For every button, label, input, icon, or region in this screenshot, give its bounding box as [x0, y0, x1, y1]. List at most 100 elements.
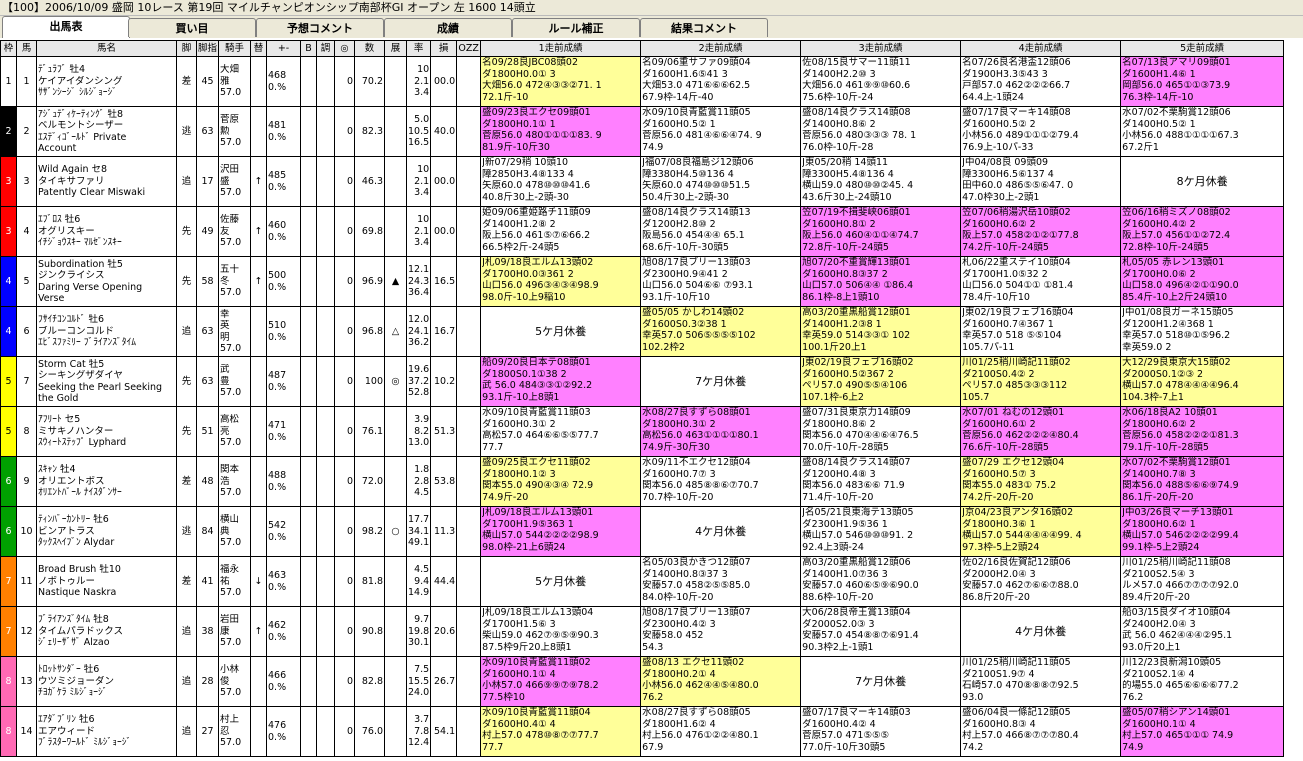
- horse-name-cell[interactable]: ｴﾌﾞﾛｽ 牡6 オグリスキー ｲﾁｼﾞｮｳｽｷｰ ﾏﾙｾﾞﾝｽｷｰ: [36, 206, 177, 257]
- horse-row[interactable]: 3 4 ｴﾌﾞﾛｽ 牡6 オグリスキー ｲﾁｼﾞｮｳｽｷｰ ﾏﾙｾﾞﾝｽｷｰ先 49 佐藤友…: [0, 206, 1285, 257]
- past-race-cell[interactable]: 水09/10良青藍賞11頭02 ダ1600H0.1① 4 小林57.0 466⑨⑨⑦…: [480, 656, 642, 707]
- horse-name-cell[interactable]: ﾌｻｲﾁｺﾝｺﾙﾄﾞ 牡6 ブルーコンコルド ｴﾋﾞｽﾌｧﾐﾘｰ ﾌﾞﾗｲｱﾝｽﾞﾀ…: [36, 306, 177, 357]
- past-race-rest-cell[interactable]: 5ケ月休養: [480, 306, 642, 357]
- past-race-cell[interactable]: 川12/23良新潟10頭05 ダ2100S2.1④ 4 的場55.0 465⑥⑥⑥⑥…: [1120, 656, 1285, 707]
- past-race-cell[interactable]: J東02/19良フェブ16頭04 ダ1600H0.7④367 1 幸英57.0 51…: [960, 306, 1122, 357]
- past-race-cell[interactable]: J札09/18良エルム13頭04 ダ1700H1.5⑥ 3 柴山59.0 462⑦⑨…: [480, 606, 642, 657]
- col-kae[interactable]: 替: [250, 40, 268, 57]
- past-race-cell[interactable]: 水09/10良青藍賞11頭05 ダ1600H0.5② 1 菅原56.0 481④⑥⑥…: [640, 106, 802, 157]
- past-race-cell[interactable]: J福07/08良福島ジ12頭06 障3380H4.5⑩136 4 矢原60.0 47…: [640, 156, 802, 207]
- past-race-cell[interactable]: 盛07/31良東京力14頭09 ダ1800H0.8⑥ 2 関本56.0 470④④⑥…: [800, 406, 962, 457]
- past-race-cell[interactable]: 盛08/14良クラス14頭07 ダ1200H0.4⑧ 3 関本56.0 483⑥⑥ …: [800, 456, 962, 507]
- horse-row[interactable]: 2 2 ｱｼﾞｭﾃﾞｨｹｰﾃｨﾝｸﾞ 牡8 ベルモントシーザー ｴｽﾃﾞｨｺﾞｰﾙﾄﾞ …: [0, 106, 1285, 157]
- past-race-rest-cell[interactable]: 8ケ月休養: [1120, 156, 1285, 207]
- horse-row[interactable]: 6 10 ﾃｨﾝﾊﾞｰｶﾝﾄﾘｰ 牡6 ビンアトラス ﾀｯｸｽﾍｲﾌﾞﾝ Alydar 逃…: [0, 506, 1285, 557]
- past-race-cell[interactable]: J中04/08良 09頭09 障3300H6.5⑥137 4 田中60.0 486⑤…: [960, 156, 1122, 207]
- horse-name-cell[interactable]: ﾌﾞﾗｲｱﾝｽﾞﾀｲﾑ 牡8 タイムパラドックス ｼﾞｪﾘｰｻﾞｻﾞ Alzao: [36, 606, 177, 657]
- past-race-cell[interactable]: J札09/18良エルム13頭01 ダ1700H1.9⑤363 1 横山57.0 54…: [480, 506, 642, 557]
- past-race-cell[interactable]: 名07/13良アマリ09頭01 ダ1600H1.4⑥ 1 岡部56.0 465①①③…: [1120, 56, 1285, 107]
- horse-row[interactable]: 8 14 ｴｱﾀﾞﾌﾞﾘﾝ 牡6 エアウィード ﾌﾞﾗｽﾀｰﾜｰﾙﾄﾞ ﾐﾙｼﾞｮｰｼﾞ…: [0, 706, 1285, 757]
- past-race-cell[interactable]: 笠06/16稍ミズノ08頭02 ダ1600H0.4② 2 阪上57.0 456①①②…: [1120, 206, 1285, 257]
- past-race-cell[interactable]: J名05/21良東海テ13頭05 ダ2300H1.9⑤36 1 横山57.0 546…: [800, 506, 962, 557]
- past-race-cell[interactable]: 盛07/17良マーキ14頭08 ダ1600H0.5② 2 小林56.0 489①①①…: [960, 106, 1122, 157]
- past-race-cell[interactable]: J中01/08良ガーネ15頭05 ダ1200H1.2④368 1 幸英57.0 51…: [1120, 306, 1285, 357]
- col-past-1[interactable]: 1走前成績: [480, 40, 642, 57]
- past-race-cell[interactable]: 名09/28良JBC08頭02 ダ1800H0.0① 3 大畑56.0 472④③③…: [480, 56, 642, 107]
- past-race-cell[interactable]: 盛05/07稍シアン14頭01 ダ1600H0.1① 4 村上57.0 465①①①…: [1120, 706, 1285, 757]
- past-race-cell[interactable]: 高03/20重黒船賞12頭01 ダ1400H1.2③8 1 幸英59.0 514③③…: [800, 306, 962, 357]
- tab-kaime[interactable]: 買い目: [128, 18, 256, 37]
- past-race-cell[interactable]: 名07/26良名港盃12頭06 ダ1900H3.3⑤43 3 戸部57.0 462②…: [960, 56, 1122, 107]
- past-race-cell[interactable]: 船09/20良日本テ08頭01 ダ1800S0.1①38 2武 56.0 484③…: [480, 356, 642, 407]
- past-race-cell[interactable]: 水08/27良すずら08頭05 ダ1800H1.6② 4 村上56.0 476①②②…: [640, 706, 802, 757]
- past-race-cell[interactable]: 船03/15良ダイオ10頭04 ダ2400H2.0④ 3武 56.0 462④④④…: [1120, 606, 1285, 657]
- past-race-cell[interactable]: 川01/25稍川崎記11頭08 ダ2100S2.5④ 3 ルメ57.0 466⑦⑦⑦…: [1120, 556, 1285, 607]
- col-past-5[interactable]: 5走前成績: [1120, 40, 1285, 57]
- horse-name-cell[interactable]: ｱﾌﾘｰﾄ セ5 ミサキノハンター ｽｳｨｰﾄｽﾃｯﾌﾟ Lyphard: [36, 406, 177, 457]
- past-race-cell[interactable]: 水07/02不栗駒賞12頭06 ダ1400H0.5② 1 小林56.0 488①①①…: [1120, 106, 1285, 157]
- past-race-cell[interactable]: 笠07/06稍湯沢岳10頭02 ダ1600H0.6② 2 阪上57.0 458②①②…: [960, 206, 1122, 257]
- past-race-cell[interactable]: J東05/20稍 14頭11 障3300H5.4⑧136 4 横山59.0 480⑩…: [800, 156, 962, 207]
- past-race-cell[interactable]: 大12/29良東京大15頭02 ダ2000S0.1②③ 2 横山57.0 478④④…: [1120, 356, 1285, 407]
- horse-name-cell[interactable]: ｱｼﾞｭﾃﾞｨｹｰﾃｨﾝｸﾞ 牡8 ベルモントシーザー ｴｽﾃﾞｨｺﾞｰﾙﾄﾞ Pr…: [36, 106, 177, 157]
- col-waku[interactable]: 枠: [0, 40, 17, 57]
- col-ten[interactable]: 展: [384, 40, 408, 57]
- past-race-cell[interactable]: 高03/20重黒船賞12頭06 ダ1400H1.0⑦36 3 安藤57.0 460⑥…: [800, 556, 962, 607]
- horse-row[interactable]: 6 9 ｽｷｬﾝ 牡4 オリエントボス ｵﾘｴﾝﾄﾊﾟｰﾙ ﾅｲｽﾀﾞﾝｻｰ差 48 関本浩…: [0, 456, 1285, 507]
- col-kyakushi[interactable]: 脚指: [195, 40, 220, 57]
- tab-rule-hosei[interactable]: ルール補正: [512, 18, 640, 37]
- past-race-cell[interactable]: 笠07/19不揖斐峡06頭01 ダ1600H0.8① 2 阪上56.0 460④①①…: [800, 206, 962, 257]
- horse-name-cell[interactable]: Storm Cat 牡5 シーキングザダイヤ Seeking the Pearl S…: [36, 356, 177, 407]
- horse-row[interactable]: 5 7 Storm Cat 牡5 シーキングザダイヤ Seeking the Pearl…: [0, 356, 1285, 407]
- past-race-rest-cell[interactable]: 7ケ月休養: [800, 656, 962, 707]
- col-su[interactable]: 数: [354, 40, 386, 57]
- past-race-cell[interactable]: 盛08/14良クラス14頭08 ダ1400H0.8⑥ 2 菅原56.0 480③③③…: [800, 106, 962, 157]
- past-race-rest-cell[interactable]: 4ケ月休養: [640, 506, 802, 557]
- past-race-rest-cell[interactable]: 4ケ月休養: [960, 606, 1122, 657]
- horse-row[interactable]: 7 11 Broad Brush 牡10 ノボトゥルー Nastique Naskra 差…: [0, 556, 1285, 607]
- past-race-cell[interactable]: J中03/26良マーチ13頭01 ダ1800H0.6② 1 横山57.0 546②②…: [1120, 506, 1285, 557]
- past-race-cell[interactable]: 盛07/29 エクセ12頭04 ダ1600H0.5⑦ 3 関本55.0 483① 7…: [960, 456, 1122, 507]
- past-race-cell[interactable]: 水09/10良青藍賞11頭03 ダ1600H0.3① 2 高松57.0 464⑥⑥⑤…: [480, 406, 642, 457]
- horse-row[interactable]: 4 6 ﾌｻｲﾁｺﾝｺﾙﾄﾞ 牡6 ブルーコンコルド ｴﾋﾞｽﾌｧﾐﾘｰ ﾌﾞﾗｲｱﾝｽ…: [0, 306, 1285, 357]
- tab-kekka-comment[interactable]: 結果コメント: [640, 18, 768, 37]
- past-race-rest-cell[interactable]: 7ケ月休養: [640, 356, 802, 407]
- past-race-cell[interactable]: 水08/27良すずら08頭01 ダ1800H0.3① 2 高松56.0 463①①①…: [640, 406, 802, 457]
- past-race-cell[interactable]: 川01/25稍川崎記11頭02 ダ2100S0.4② 2 ペリ57.0 485③③③…: [960, 356, 1122, 407]
- past-race-cell[interactable]: 川01/25稍川崎記11頭05 ダ2100S1.9⑦ 4 石崎57.0 470⑧⑧⑧…: [960, 656, 1122, 707]
- tab-yoso-comment[interactable]: 予想コメント: [256, 18, 384, 37]
- horse-row[interactable]: 4 5 Subordination 牡5 ジンクライシス Daring Verse Op…: [0, 256, 1285, 307]
- past-race-cell[interactable]: 盛07/17良マーキ14頭03 ダ1600H0.4② 4 菅原57.0 471⑤⑤⑤…: [800, 706, 962, 757]
- past-race-cell[interactable]: 盛09/23良エクセ09頭01 ダ1800H0.1① 1 菅原56.0 480①①①…: [480, 106, 642, 157]
- col-maru[interactable]: ◎: [334, 40, 356, 57]
- col-past-2[interactable]: 2走前成績: [640, 40, 802, 57]
- horse-name-cell[interactable]: Broad Brush 牡10 ノボトゥルー Nastique Naskra: [36, 556, 177, 607]
- col-plusminus[interactable]: +-: [266, 40, 302, 57]
- horse-row[interactable]: 8 13 ﾄﾛｯﾄｻﾝﾀﾞｰ 牡6 ウツミジョーダン ﾁﾖｶﾞｹﾗ ﾐﾙｼﾞｮｰｼﾞ追 2…: [0, 656, 1285, 707]
- past-race-cell[interactable]: 盛08/14良クラス14頭13 ダ1200H2.8⑩ 2 阪島56.0 454④④ …: [640, 206, 802, 257]
- horse-name-cell[interactable]: Subordination 牡5 ジンクライシス Daring Verse Open…: [36, 256, 177, 307]
- past-race-cell[interactable]: 佐02/16良佐賀記12頭06 ダ2000H2.0④ 3 安藤57.0 462⑦⑥⑥…: [960, 556, 1122, 607]
- past-race-cell[interactable]: 佐08/15良サマー11頭11 ダ1400H2.2⑩ 3 大畑56.0 461⑨⑨⑩…: [800, 56, 962, 107]
- horse-row[interactable]: 3 3 Wild Again セ8 タイキサファリ Patently Clear Mis…: [0, 156, 1285, 207]
- tab-shutsuba[interactable]: 出馬表: [2, 16, 130, 38]
- past-race-cell[interactable]: J東02/19良フェブ16頭02 ダ1600H0.5②367 2 ペリ57.0 49…: [800, 356, 962, 407]
- past-race-cell[interactable]: 盛08/13 エクセ11頭02 ダ1800H0.2① 4 小林56.0 462④④⑤…: [640, 656, 802, 707]
- horse-name-cell[interactable]: ﾃﾞｭﾗﾌﾞ 牡4 ケイアイダンシング ｻｻﾞﾝｼｰｼﾞ ｼﾙｼﾞｮｰｼﾞ: [36, 56, 177, 107]
- horse-row[interactable]: 5 8 ｱﾌﾘｰﾄ セ5 ミサキノハンター ｽｳｨｰﾄｽﾃｯﾌﾟ Lyphard 先 51 高…: [0, 406, 1285, 457]
- past-race-cell[interactable]: J札09/18良エルム13頭02 ダ1700H0.0③361 2 山口56.0 49…: [480, 256, 642, 307]
- col-ozz[interactable]: OZZ: [456, 40, 482, 57]
- past-race-cell[interactable]: 名05/03良かきつ12頭07 ダ1400H0.8③37 3 安藤57.0 458②…: [640, 556, 802, 607]
- past-race-cell[interactable]: 水09/11不エクセ12頭04 ダ1600H0.7⑦ 3 関本56.0 485⑧⑧⑥…: [640, 456, 802, 507]
- col-cho[interactable]: 調: [316, 40, 336, 57]
- horse-row[interactable]: 7 12 ﾌﾞﾗｲｱﾝｽﾞﾀｲﾑ 牡8 タイムパラドックス ｼﾞｪﾘｰｻﾞｻﾞ Alza…: [0, 606, 1285, 657]
- col-past-4[interactable]: 4走前成績: [960, 40, 1122, 57]
- past-race-cell[interactable]: J京04/23良アンタ16頭02 ダ1800H0.3⑥ 1 横山57.0 544④④…: [960, 506, 1122, 557]
- col-name[interactable]: 馬名: [36, 40, 177, 57]
- past-race-cell[interactable]: 盛05/05 かしわ14頭02 ダ1600S0.3②38 1 幸英57.0 506⑤…: [640, 306, 802, 357]
- horse-name-cell[interactable]: ﾃｨﾝﾊﾞｰｶﾝﾄﾘｰ 牡6 ビンアトラス ﾀｯｸｽﾍｲﾌﾞﾝ Alydar: [36, 506, 177, 557]
- tab-seiseki[interactable]: 成績: [384, 18, 512, 37]
- past-race-cell[interactable]: 水07/01 ねむの12頭01 ダ1600H0.6① 2 菅原56.0 462②②②…: [960, 406, 1122, 457]
- past-race-cell[interactable]: J新07/29稍 10頭10 障2850H3.4⑧133 4 矢原60.0 478⑩…: [480, 156, 642, 207]
- past-race-cell[interactable]: 水09/10良青藍賞11頭04 ダ1600H0.4① 4 村上57.0 478⑩⑧⑦…: [480, 706, 642, 757]
